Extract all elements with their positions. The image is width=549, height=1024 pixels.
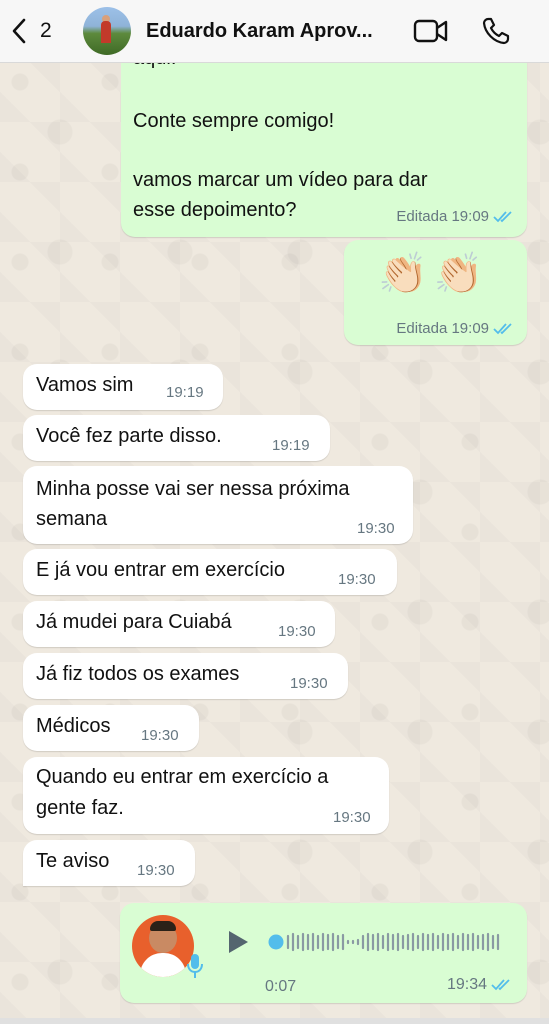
incoming-message[interactable]: Já fiz todos os exames 19:30 <box>23 653 348 699</box>
sender-avatar <box>132 915 194 977</box>
incoming-message[interactable]: Te aviso 19:30 <box>23 840 195 886</box>
message-meta: Editada 19:09 <box>396 208 515 225</box>
outgoing-message[interactable]: aqui. Conte sempre comigo! vamos marcar … <box>121 44 527 237</box>
outgoing-message[interactable]: 👏🏻👏🏻 Editada 19:09 <box>344 240 527 345</box>
incoming-message[interactable]: Médicos 19:30 <box>23 705 199 751</box>
message-time: 19:30 <box>290 675 328 692</box>
message-text: esse depoimento? <box>133 199 297 221</box>
message-text: Conte sempre comigo! <box>133 110 335 132</box>
message-text: Já mudei para Cuiabá <box>36 611 232 633</box>
incoming-message[interactable]: Vamos sim 19:19 <box>23 364 223 410</box>
double-check-icon <box>491 979 510 991</box>
message-time: Editada 19:09 <box>396 320 489 337</box>
contact-name[interactable]: Eduardo Karam Aprov... <box>146 20 396 43</box>
message-text: Médicos <box>36 715 111 737</box>
message-text: gente faz. <box>36 797 124 819</box>
message-time: 19:30 <box>141 727 179 744</box>
microphone-icon <box>187 954 203 978</box>
double-check-icon <box>493 323 512 335</box>
message-text: Vamos sim <box>36 374 134 396</box>
message-time: 19:30 <box>338 571 376 588</box>
unread-count: 2 <box>40 19 52 42</box>
message-meta: 19:34 <box>447 976 513 994</box>
message-time: 19:19 <box>166 384 204 401</box>
incoming-message[interactable]: Minha posse vai ser nessa próxima semana… <box>23 466 413 544</box>
input-bar-edge <box>0 1018 549 1024</box>
contact-avatar[interactable] <box>83 7 131 55</box>
double-check-icon <box>493 211 512 223</box>
message-time: Editada 19:09 <box>396 208 489 225</box>
message-time: 19:19 <box>272 437 310 454</box>
message-text: Te aviso <box>36 850 110 872</box>
message-text: Minha posse vai ser nessa próxima <box>36 478 350 500</box>
voice-duration: 0:07 <box>265 978 297 995</box>
incoming-message[interactable]: Já mudei para Cuiabá 19:30 <box>23 601 335 647</box>
audio-waveform[interactable] <box>266 929 506 955</box>
message-text: semana <box>36 508 108 530</box>
back-button[interactable]: 2 <box>10 17 70 45</box>
chevron-left-icon <box>12 18 26 44</box>
message-text: vamos marcar um vídeo para dar <box>133 169 428 191</box>
message-time: 19:30 <box>357 520 395 537</box>
message-text: Você fez parte disso. <box>36 425 222 447</box>
message-text: E já vou entrar em exercício <box>36 559 285 581</box>
message-text: Já fiz todos os exames <box>36 663 240 685</box>
message-time: 19:30 <box>333 809 371 826</box>
message-text: Quando eu entrar em exercício a <box>36 766 329 788</box>
message-meta: Editada 19:09 <box>396 320 515 337</box>
incoming-message[interactable]: E já vou entrar em exercício 19:30 <box>23 549 397 595</box>
phone-icon[interactable] <box>481 16 511 46</box>
message-time: 19:30 <box>278 623 316 640</box>
chat-header: 2 Eduardo Karam Aprov... <box>0 0 549 63</box>
play-icon[interactable] <box>226 929 250 955</box>
message-time: 19:34 <box>446 976 487 993</box>
message-time: 19:30 <box>137 862 175 879</box>
voice-message[interactable]: 0:07 19:34 <box>120 903 527 1003</box>
emoji-clapping-hands: 👏🏻👏🏻 <box>378 252 490 296</box>
incoming-message[interactable]: Quando eu entrar em exercício a gente fa… <box>23 757 389 834</box>
video-camera-icon[interactable] <box>413 16 449 46</box>
incoming-message[interactable]: Você fez parte disso. 19:19 <box>23 415 330 461</box>
